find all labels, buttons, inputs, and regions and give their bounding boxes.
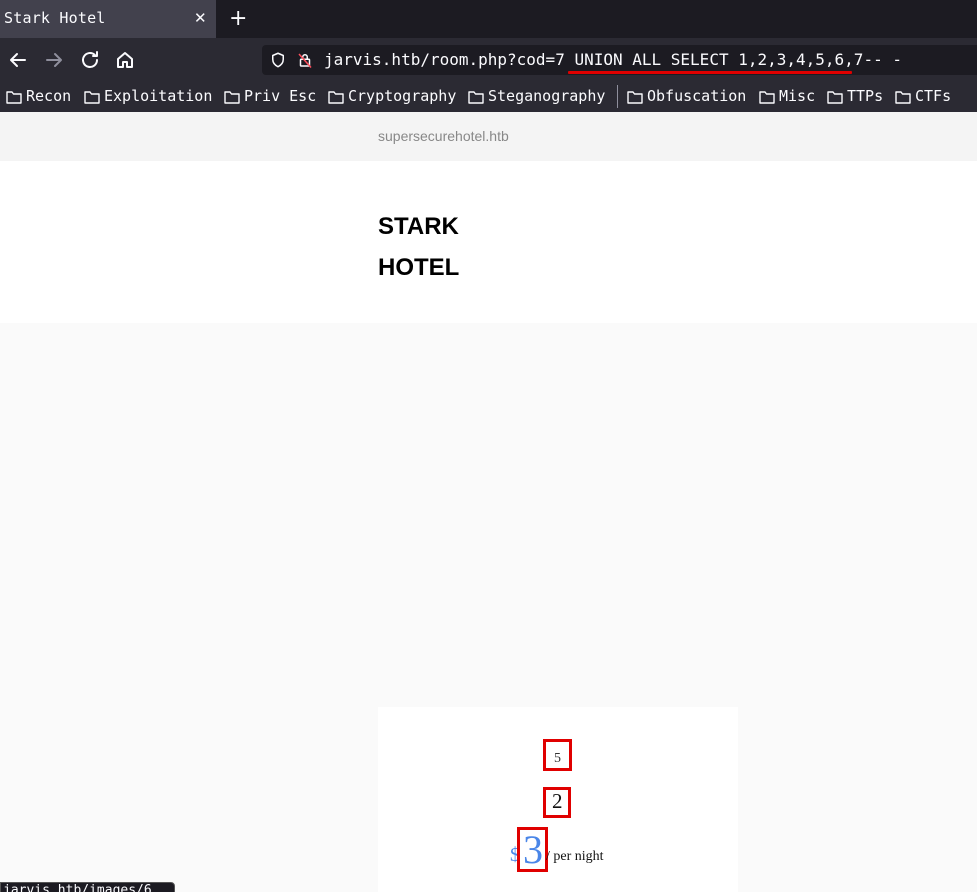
hotel-logo-link[interactable]: STARK HOTEL (378, 206, 459, 288)
navigation-toolbar: jarvis.htb/room.php?cod=7 UNION ALL SELE… (0, 38, 977, 82)
bookmark-label: Recon (26, 87, 72, 105)
insecure-lock-icon[interactable] (296, 51, 314, 69)
bookmark-label: TTPs (847, 87, 884, 105)
room-price-value: 3 (523, 827, 543, 872)
folder-icon (627, 91, 643, 104)
home-icon[interactable] (113, 48, 137, 72)
status-link-preview: jarvis.htb/images/6 (0, 882, 175, 892)
bookmark-label: Steganography (488, 87, 606, 105)
room-card: 5 2 $ 3 / per night (378, 707, 738, 892)
folder-icon (895, 91, 911, 104)
brand-line-2: HOTEL (378, 254, 460, 281)
site-domain: supersecurehotel.htb (378, 128, 509, 144)
bookmark-label: Misc (779, 87, 816, 105)
bookmark-label: Obfuscation (647, 87, 747, 105)
url-highlight-underline (568, 71, 852, 74)
folder-icon (468, 91, 484, 104)
page-content: supersecurehotel.htb STARK HOTEL 5 2 $ 3… (0, 112, 977, 892)
tab-strip: Stark Hotel ✕ + (0, 0, 977, 38)
folder-icon (224, 91, 240, 104)
folder-icon (328, 91, 344, 104)
site-header: STARK HOTEL (0, 161, 977, 323)
folder-icon (84, 91, 100, 104)
room-name-value: 2 (552, 789, 563, 813)
tab-title: Stark Hotel (4, 9, 106, 27)
tab-stark-hotel[interactable]: Stark Hotel ✕ (0, 0, 216, 38)
close-icon[interactable]: ✕ (194, 9, 207, 27)
folder-icon (827, 91, 843, 104)
reload-icon[interactable] (78, 48, 102, 72)
bookmark-label: Priv Esc (244, 87, 317, 105)
price-per-night: / per night (546, 849, 604, 864)
top-bar: supersecurehotel.htb (0, 112, 977, 161)
brand-line-1: STARK (378, 213, 459, 240)
plus-icon[interactable]: + (229, 6, 247, 31)
bookmark-label: Cryptography (348, 87, 457, 105)
bookmarks-toolbar: Recon Exploitation Priv Esc Cryptography… (0, 82, 977, 112)
arrow-right-icon[interactable] (42, 48, 66, 72)
url-input[interactable]: jarvis.htb/room.php?cod=7 UNION ALL SELE… (324, 50, 902, 69)
arrow-left-icon[interactable] (6, 48, 30, 72)
room-small-value: 5 (554, 751, 561, 766)
bookmark-label: CTFs (915, 87, 952, 105)
folder-icon (759, 91, 775, 104)
shield-icon[interactable] (269, 51, 287, 69)
url-bar[interactable]: jarvis.htb/room.php?cod=7 UNION ALL SELE… (262, 45, 977, 75)
bookmark-label: Exploitation (104, 87, 213, 105)
bookmarks-separator (617, 85, 618, 108)
folder-icon (6, 91, 22, 104)
